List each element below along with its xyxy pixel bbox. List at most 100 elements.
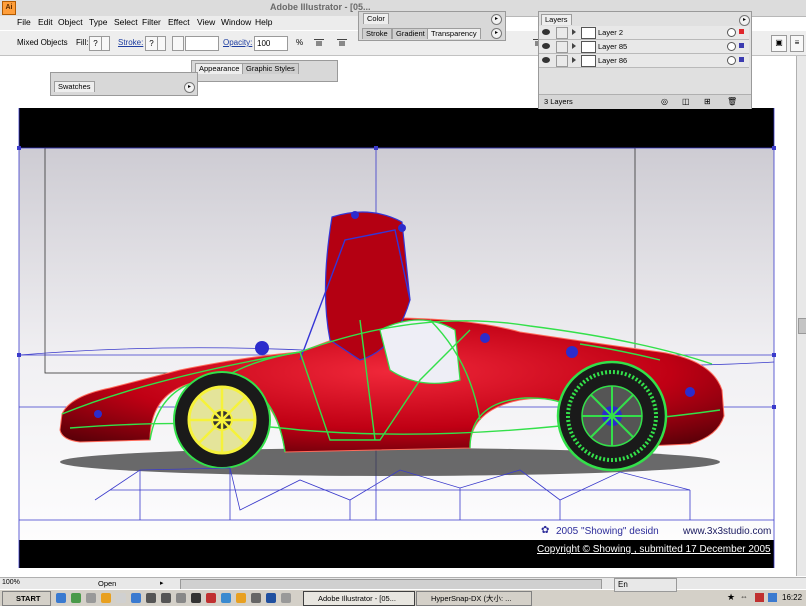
expand-triangle-icon[interactable] bbox=[572, 43, 576, 49]
clock: 16:22 bbox=[782, 593, 803, 602]
task-hypersnap[interactable]: HyperSnap-DX (大小: ... bbox=[416, 591, 532, 606]
align-left-icon[interactable] bbox=[314, 39, 324, 48]
menu-object[interactable]: Object bbox=[58, 17, 83, 27]
artwork-canvas[interactable] bbox=[0, 56, 798, 574]
opacity-input[interactable]: 100 bbox=[254, 36, 288, 51]
fill-label: Fill: bbox=[76, 38, 89, 47]
layer-name[interactable]: Layer 85 bbox=[598, 42, 627, 51]
stroke-label-link[interactable]: Stroke: bbox=[118, 38, 143, 47]
credit-design-text: 2005 "Showing" desidn bbox=[556, 526, 659, 537]
tab-swatches[interactable]: Swatches bbox=[54, 81, 95, 92]
selection-indicator[interactable] bbox=[739, 57, 744, 62]
menu-filter[interactable]: Filter bbox=[142, 17, 161, 27]
target-circle-icon[interactable] bbox=[727, 56, 736, 65]
quicklaunch-icon[interactable] bbox=[146, 593, 156, 603]
illustrator-app-icon[interactable]: Ai bbox=[2, 1, 16, 15]
stroke-weight-stepper[interactable] bbox=[172, 36, 184, 51]
tab-stroke[interactable]: Stroke bbox=[362, 28, 392, 39]
artboard-area[interactable]: ✿ 2005 "Showing" desidn www.3x3studio.co… bbox=[0, 56, 799, 574]
layer-name[interactable]: Layer 2 bbox=[598, 28, 623, 37]
status-arrow-icon[interactable]: ▸ bbox=[160, 579, 164, 587]
tray-icon[interactable] bbox=[768, 593, 777, 602]
quicklaunch-icon[interactable] bbox=[131, 593, 141, 603]
layers-panel: Layers ▸ Layer 2 Layer 85 Layer 86 3 Lay… bbox=[538, 11, 752, 109]
document-setup-icon[interactable]: ▣ bbox=[771, 35, 787, 52]
expand-triangle-icon[interactable] bbox=[572, 29, 576, 35]
star-tray-icon[interactable]: ★ bbox=[727, 592, 735, 603]
task-illustrator[interactable]: Adobe Illustrator - [05... bbox=[303, 591, 415, 606]
quicklaunch-icon[interactable] bbox=[116, 593, 126, 603]
menu-window[interactable]: Window bbox=[221, 17, 251, 27]
vertical-scrollbar[interactable] bbox=[796, 56, 806, 576]
quicklaunch-icon[interactable] bbox=[161, 593, 171, 603]
fill-dropdown-button[interactable] bbox=[101, 36, 110, 51]
align-hcenter-icon[interactable] bbox=[337, 39, 347, 48]
menu-help[interactable]: Help bbox=[255, 17, 272, 27]
options-icon[interactable]: ≡ bbox=[790, 35, 804, 52]
layers-footer: 3 Layers ◎ ◫ ⊞ 🗑 bbox=[539, 94, 751, 109]
opacity-unit: % bbox=[296, 38, 304, 47]
target-circle-icon[interactable] bbox=[727, 28, 736, 37]
tab-gradient[interactable]: Gradient bbox=[392, 28, 429, 39]
quicklaunch-icon[interactable] bbox=[71, 593, 81, 603]
new-sublayer-icon[interactable]: ⊞ bbox=[704, 97, 711, 106]
tab-color[interactable]: Color bbox=[363, 13, 389, 24]
zoom-level[interactable]: 100% bbox=[2, 579, 20, 586]
transparency-panel-menu-icon[interactable]: ▸ bbox=[491, 28, 502, 39]
layer-row[interactable]: Layer 85 bbox=[539, 40, 749, 54]
quicklaunch-icon[interactable] bbox=[191, 593, 201, 603]
target-circle-icon[interactable] bbox=[727, 42, 736, 51]
tab-appearance[interactable]: Appearance bbox=[195, 63, 244, 74]
quicklaunch-icon[interactable] bbox=[176, 593, 186, 603]
visibility-eye-icon[interactable] bbox=[542, 29, 550, 35]
layer-row[interactable]: Layer 86 bbox=[539, 54, 749, 68]
tray-icon[interactable] bbox=[755, 593, 764, 602]
tab-layers[interactable]: Layers bbox=[541, 14, 572, 25]
quicklaunch-icon[interactable] bbox=[251, 593, 261, 603]
quicklaunch-icon[interactable] bbox=[206, 593, 216, 603]
layers-menu-icon[interactable]: ▸ bbox=[739, 15, 750, 26]
color-panel-menu-icon[interactable]: ▸ bbox=[491, 14, 502, 25]
expand-triangle-icon[interactable] bbox=[572, 57, 576, 63]
ie-icon[interactable] bbox=[56, 593, 66, 603]
make-clipping-mask-icon[interactable]: ◫ bbox=[682, 97, 690, 106]
layer-row[interactable]: Layer 2 bbox=[539, 26, 749, 40]
top-black-band bbox=[19, 108, 774, 148]
quicklaunch-icon[interactable] bbox=[86, 593, 96, 603]
selection-indicator[interactable] bbox=[739, 43, 744, 48]
visibility-eye-icon[interactable] bbox=[542, 43, 550, 49]
start-button[interactable]: START bbox=[2, 591, 51, 606]
menu-view[interactable]: View bbox=[197, 17, 215, 27]
quicklaunch-icon[interactable] bbox=[236, 593, 246, 603]
stroke-weight-field[interactable] bbox=[185, 36, 219, 51]
opacity-label-link[interactable]: Opacity: bbox=[223, 38, 252, 47]
status-open-label[interactable]: Open bbox=[98, 579, 116, 588]
quicklaunch-icon[interactable] bbox=[221, 593, 231, 603]
lock-toggle[interactable] bbox=[556, 55, 568, 67]
selection-indicator[interactable] bbox=[739, 29, 744, 34]
quicklaunch-icon[interactable] bbox=[281, 593, 291, 603]
quicklaunch-icon[interactable] bbox=[101, 593, 111, 603]
color-panel: Color Stroke Gradient Transparency ▸ ▸ bbox=[358, 11, 506, 41]
swatches-menu-icon[interactable]: ▸ bbox=[184, 82, 195, 93]
visibility-eye-icon[interactable] bbox=[542, 57, 550, 63]
language-bar[interactable]: En bbox=[614, 578, 677, 592]
layer-name[interactable]: Layer 86 bbox=[598, 56, 627, 65]
stroke-dropdown-button[interactable] bbox=[157, 36, 166, 51]
menu-bar: File Edit Object Type Select Filter Effe… bbox=[0, 16, 360, 30]
volume-tray-icon[interactable]: ⇔ bbox=[740, 592, 748, 601]
quicklaunch-icon[interactable] bbox=[266, 593, 276, 603]
lock-toggle[interactable] bbox=[556, 41, 568, 53]
delete-layer-icon[interactable]: 🗑 bbox=[727, 97, 737, 106]
menu-edit[interactable]: Edit bbox=[38, 17, 53, 27]
locate-object-icon[interactable]: ◎ bbox=[661, 97, 668, 106]
vertical-scroll-thumb[interactable] bbox=[798, 318, 806, 334]
lock-toggle[interactable] bbox=[556, 27, 568, 39]
menu-select[interactable]: Select bbox=[114, 17, 138, 27]
tab-graphic-styles[interactable]: Graphic Styles bbox=[242, 63, 299, 74]
language-indicator[interactable]: En bbox=[618, 580, 628, 589]
tab-transparency[interactable]: Transparency bbox=[427, 28, 481, 39]
menu-type[interactable]: Type bbox=[89, 17, 107, 27]
menu-file[interactable]: File bbox=[17, 17, 31, 27]
menu-effect[interactable]: Effect bbox=[168, 17, 190, 27]
